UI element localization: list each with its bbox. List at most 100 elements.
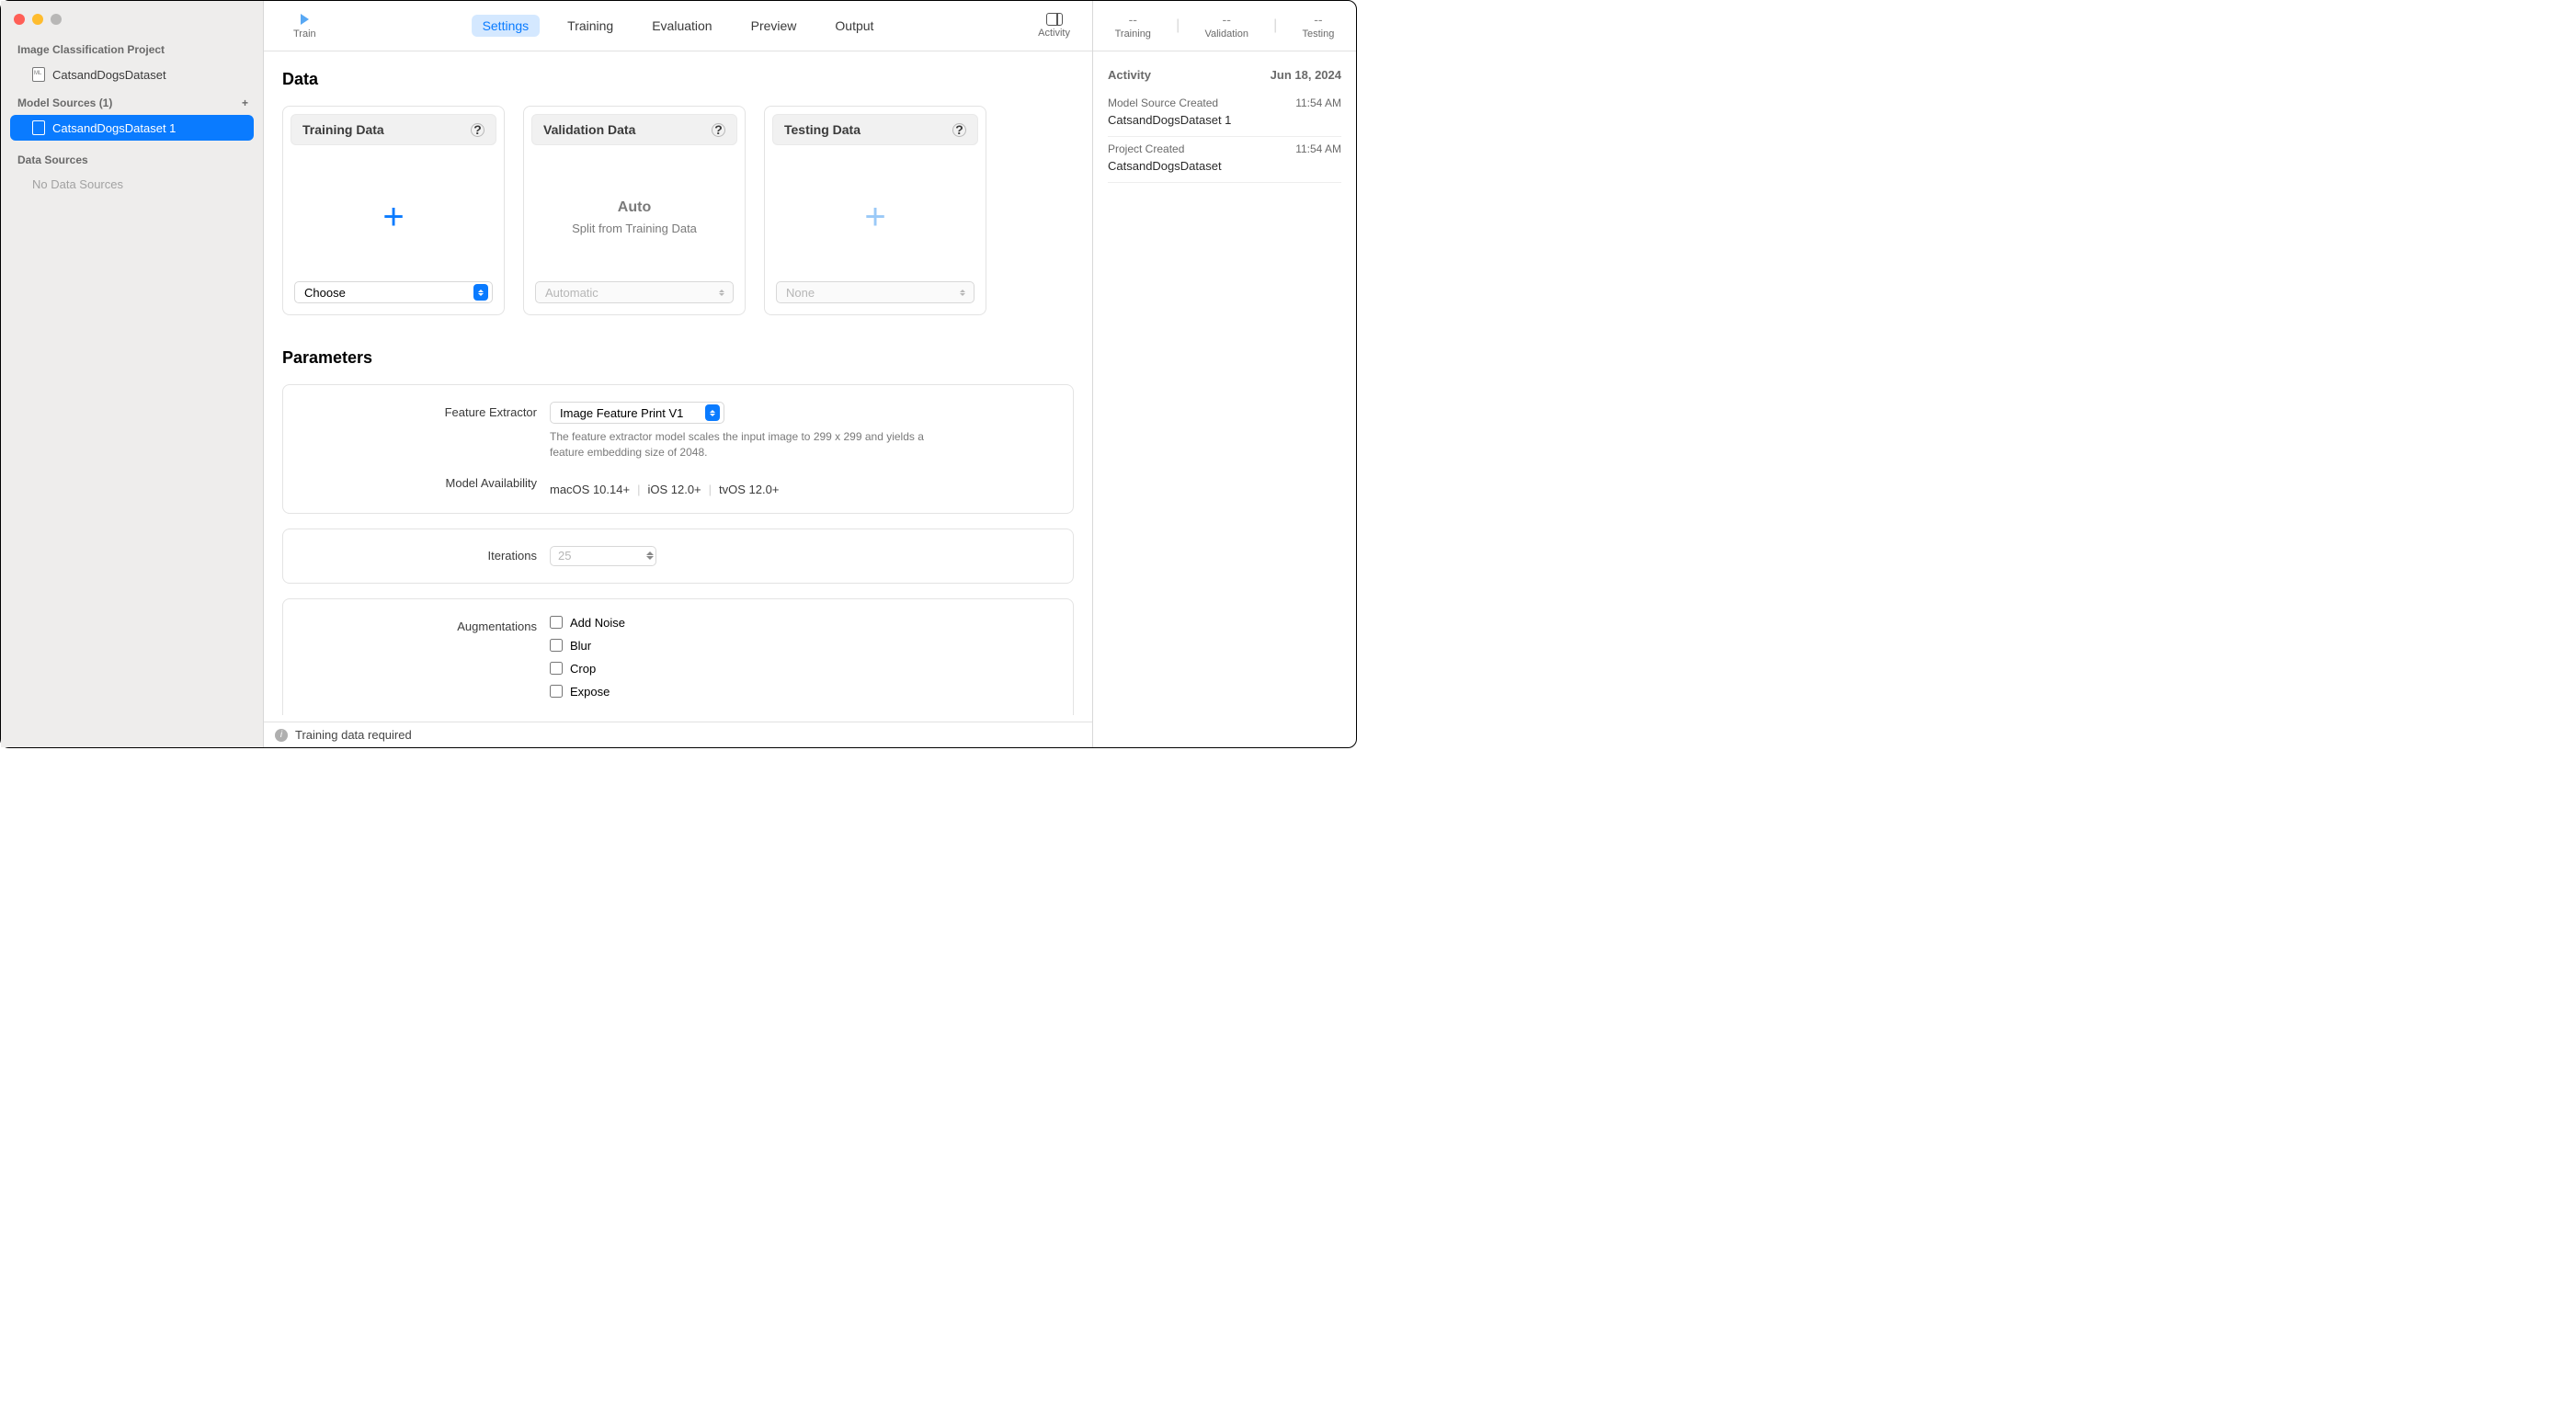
model-availability-label: Model Availability [302,476,550,490]
data-sources-header: Data Sources [1,141,263,172]
augmentation-blur-checkbox[interactable] [550,639,563,652]
augmentation-expose-checkbox[interactable] [550,685,563,698]
activity-item: Model Source Created 11:54 AM CatsandDog… [1108,91,1341,137]
iterations-stepper[interactable]: 25 [550,546,656,566]
augmentation-crop-checkbox[interactable] [550,662,563,675]
no-data-sources-label: No Data Sources [1,172,263,197]
validation-auto-subtitle: Split from Training Data [572,222,697,235]
metric-testing-label: Testing [1303,28,1335,40]
sidebar-model-source-label: CatsandDogsDataset 1 [52,121,176,135]
feature-extractor-select[interactable]: Image Feature Print V1 [550,402,724,424]
separator: | [1273,17,1277,34]
feature-extractor-value: Image Feature Print V1 [560,406,683,420]
add-testing-data-button[interactable]: + [864,199,885,235]
tab-training[interactable]: Training [556,15,624,37]
testing-data-help-button[interactable]: ? [952,123,966,137]
activity-panel-header: Activity [1108,68,1151,82]
activity-item: Project Created 11:54 AM CatsandDogsData… [1108,137,1341,183]
augmentation-add-noise-label[interactable]: Add Noise [570,616,625,630]
iterations-box: Iterations 25 [282,529,1074,584]
augmentation-expose-label[interactable]: Expose [570,685,610,699]
testing-data-select-value: None [786,286,815,300]
training-data-card: Training Data ? + Choose [282,106,505,315]
augmentation-expose: Expose [550,685,1054,699]
panel-icon [1046,13,1063,26]
toolbar: Train Settings Training Evaluation Previ… [264,1,1092,51]
validation-data-help-button[interactable]: ? [712,123,725,137]
validation-data-select-value: Automatic [545,286,598,300]
iterations-value: 25 [558,549,571,563]
train-button-label: Train [293,28,316,40]
validation-auto-title: Auto [618,199,651,216]
tab-evaluation[interactable]: Evaluation [641,15,723,37]
activity-panel-date: Jun 18, 2024 [1271,68,1341,82]
validation-data-card: Validation Data ? Auto Split from Traini… [523,106,746,315]
metric-training[interactable]: -- Training [1115,12,1151,40]
train-button[interactable]: Train [277,12,333,40]
training-data-help-button[interactable]: ? [471,123,484,137]
ml-document-icon [32,67,45,82]
separator: | [637,483,640,496]
activity-button-label: Activity [1038,28,1070,39]
play-icon [297,12,312,27]
metric-validation[interactable]: -- Validation [1204,12,1248,40]
training-data-select[interactable]: Choose [294,281,493,303]
select-arrows-icon [955,284,970,301]
separator: | [709,483,712,496]
statusbar: i Training data required [264,722,1092,747]
separator: | [1176,17,1180,34]
sidebar-model-source-item[interactable]: CatsandDogsDataset 1 [10,115,254,141]
document-icon [32,120,45,135]
activity-panel: -- Training | -- Validation | -- Testing… [1093,1,1356,747]
tab-preview[interactable]: Preview [740,15,808,37]
tab-settings[interactable]: Settings [472,15,541,37]
content-scroll[interactable]: Data Training Data ? + Choose [264,51,1092,722]
model-sources-header: Model Sources (1) [17,97,112,109]
training-data-title: Training Data [302,122,384,137]
add-model-source-button[interactable]: + [242,97,248,109]
feature-extractor-box: Feature Extractor Image Feature Print V1… [282,384,1074,514]
metric-validation-label: Validation [1204,28,1248,40]
parameters-section-heading: Parameters [282,348,1074,368]
add-training-data-button[interactable]: + [382,199,404,235]
close-window-button[interactable] [14,14,25,25]
training-data-select-value: Choose [304,286,346,300]
info-icon: i [275,729,288,742]
minimize-window-button[interactable] [32,14,43,25]
availability-tvos: tvOS 12.0+ [719,483,779,496]
testing-data-select[interactable]: None [776,281,975,303]
tab-output[interactable]: Output [824,15,884,37]
activity-item-detail: CatsandDogsDataset [1108,159,1341,173]
status-message: Training data required [295,728,412,742]
augmentation-add-noise-checkbox[interactable] [550,616,563,629]
augmentation-add-noise: Add Noise [550,616,1054,630]
augmentation-crop: Crop [550,662,1054,676]
validation-data-select[interactable]: Automatic [535,281,734,303]
metric-validation-value: -- [1223,12,1231,27]
sidebar-project-item[interactable]: CatsandDogsDataset [1,62,263,87]
data-section-heading: Data [282,70,1074,89]
metrics-tabs: -- Training | -- Validation | -- Testing [1093,1,1356,51]
availability-ios: iOS 12.0+ [647,483,701,496]
activity-item-time: 11:54 AM [1295,142,1341,155]
stepper-arrows-icon [646,551,654,560]
toggle-activity-panel-button[interactable]: Activity [1029,13,1079,39]
sidebar: Image Classification Project CatsandDogs… [1,1,264,747]
activity-item-detail: CatsandDogsDataset 1 [1108,113,1341,127]
activity-item-title: Project Created [1108,142,1184,155]
testing-data-title: Testing Data [784,122,861,137]
testing-data-card: Testing Data ? + None [764,106,986,315]
augmentation-crop-label[interactable]: Crop [570,662,596,676]
feature-extractor-label: Feature Extractor [302,402,550,419]
sidebar-project-label: CatsandDogsDataset [52,68,166,82]
window-controls [1,8,263,38]
metric-testing[interactable]: -- Testing [1303,12,1335,40]
select-arrows-icon [714,284,729,301]
metric-testing-value: -- [1314,12,1322,27]
zoom-window-button[interactable] [51,14,62,25]
metric-training-label: Training [1115,28,1151,40]
augmentation-blur-label[interactable]: Blur [570,639,591,653]
availability-macos: macOS 10.14+ [550,483,630,496]
select-arrows-icon [473,284,488,301]
activity-item-time: 11:54 AM [1295,97,1341,109]
